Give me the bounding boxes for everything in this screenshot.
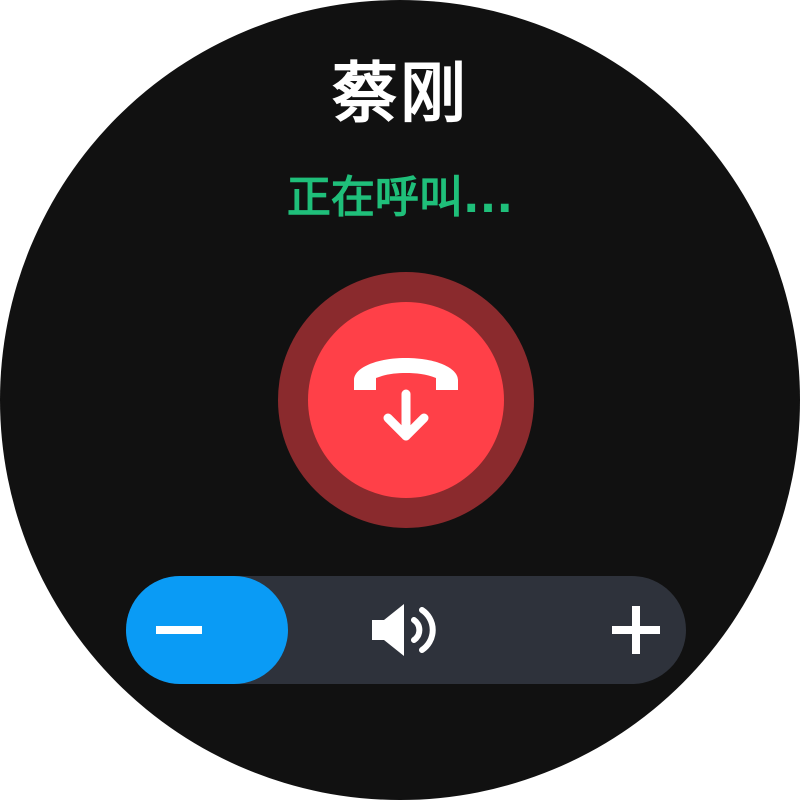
volume-control (126, 576, 686, 684)
volume-down-button[interactable] (126, 576, 288, 684)
volume-indicator (370, 600, 442, 660)
plus-icon (612, 606, 660, 654)
volume-up-button[interactable] (596, 590, 676, 670)
speaker-icon (372, 604, 436, 656)
contact-name: 蔡刚 (332, 55, 468, 132)
call-status: 正在呼叫... (286, 172, 514, 223)
call-screen: 蔡刚 正在呼叫... (0, 0, 800, 800)
minus-icon (156, 626, 202, 634)
hangup-button[interactable] (308, 302, 504, 498)
hangup-phone-icon (354, 358, 458, 441)
